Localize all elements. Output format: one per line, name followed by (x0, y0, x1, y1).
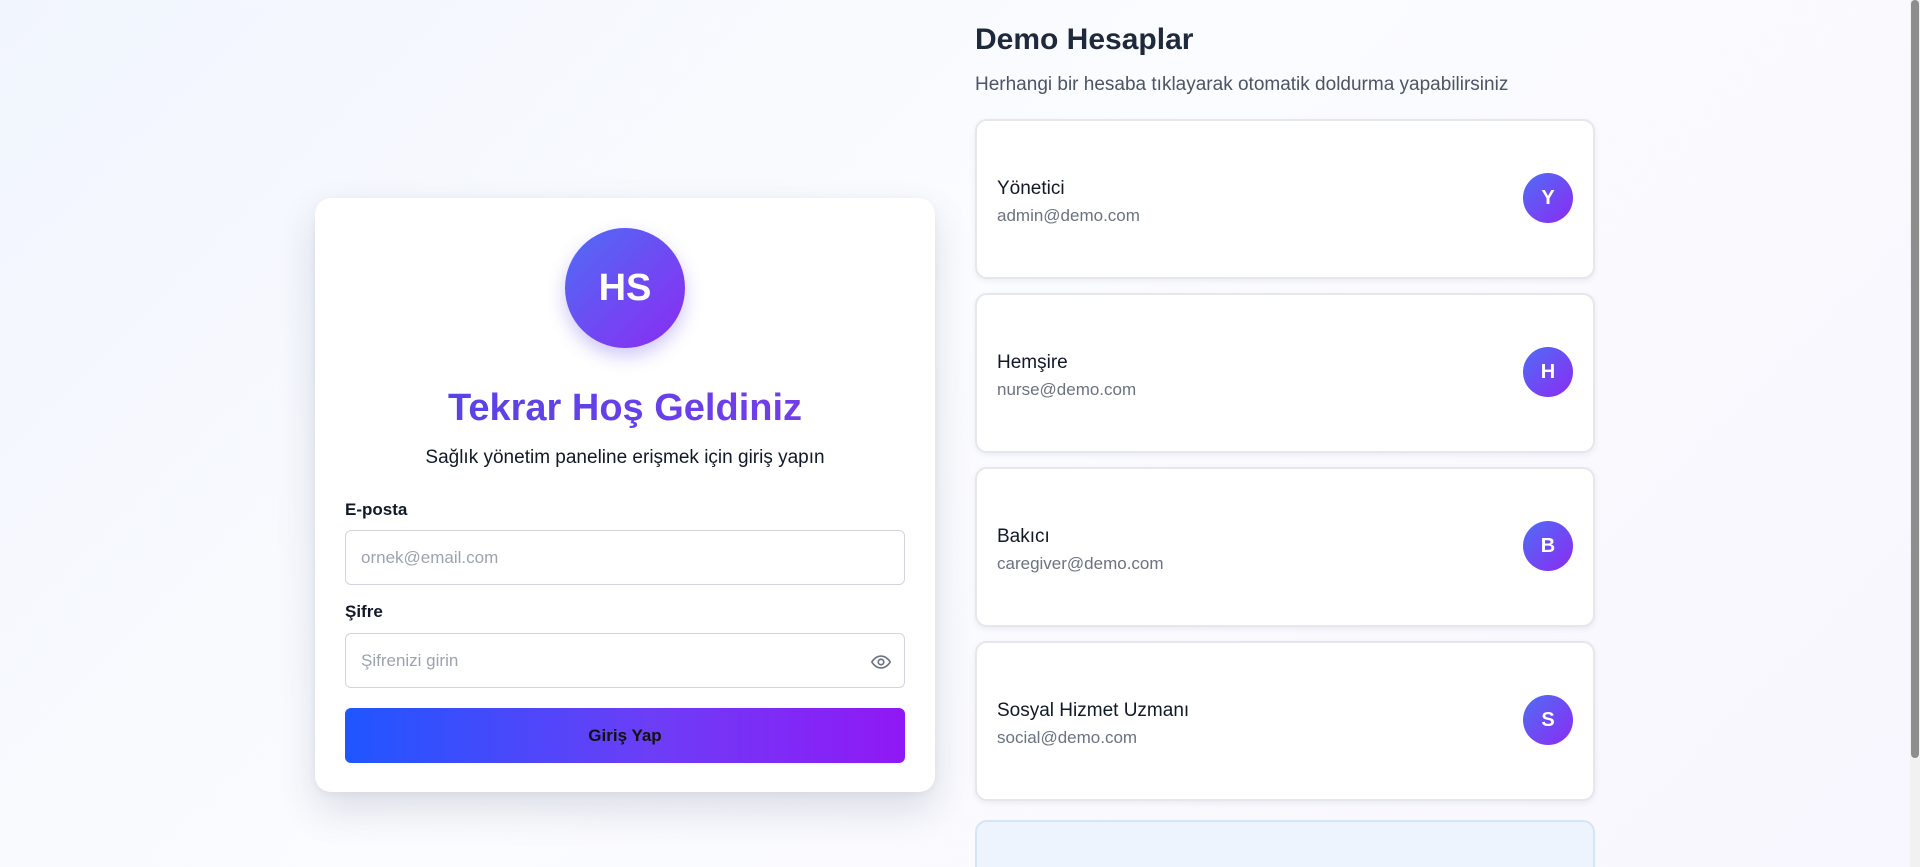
login-button[interactable]: Giriş Yap (345, 708, 905, 763)
app-logo: HS (565, 228, 685, 348)
account-avatar: B (1523, 521, 1573, 571)
account-name: Sosyal Hizmet Uzmanı (997, 700, 1190, 721)
email-input[interactable] (346, 531, 904, 584)
account-name: Bakıcı (997, 526, 1050, 547)
scrollbar-thumb[interactable] (1911, 0, 1919, 758)
password-label: Şifre (345, 602, 383, 621)
password-input[interactable] (346, 634, 904, 687)
account-email: caregiver@demo.com (997, 554, 1164, 573)
account-avatar: Y (1523, 173, 1573, 223)
email-label: E-posta (345, 500, 408, 519)
account-initial: B (1540, 534, 1556, 557)
account-email: nurse@demo.com (997, 380, 1137, 399)
account-avatar: S (1523, 695, 1573, 745)
account-name: Yönetici (997, 178, 1065, 199)
account-initial: H (1540, 360, 1556, 383)
password-field-box (345, 633, 905, 688)
account-initial: S (1541, 708, 1555, 731)
demo-account-card-nurse[interactable]: Hemşire nurse@demo.com H (975, 293, 1595, 453)
eye-icon[interactable] (870, 651, 892, 673)
account-avatar: H (1523, 347, 1573, 397)
email-field-box (345, 530, 905, 585)
demo-account-card-social[interactable]: Sosyal Hizmet Uzmanı social@demo.com S (975, 641, 1595, 801)
demo-accounts-title: Demo Hesaplar (975, 23, 1194, 56)
login-title: Tekrar Hoş Geldiniz (315, 386, 935, 430)
demo-account-card-caregiver[interactable]: Bakıcı caregiver@demo.com B (975, 467, 1595, 627)
demo-account-card-admin[interactable]: Yönetici admin@demo.com Y (975, 119, 1595, 279)
account-initial: Y (1541, 186, 1555, 209)
login-subtitle: Sağlık yönetim paneline erişmek için gir… (425, 447, 825, 468)
page-scrollbar[interactable] (1910, 0, 1920, 867)
account-email: admin@demo.com (997, 206, 1140, 225)
info-card (975, 820, 1595, 867)
logo-text: HS (598, 266, 652, 309)
login-card: HS Tekrar Hoş Geldiniz Sağlık yönetim pa… (315, 198, 935, 792)
account-name: Hemşire (997, 352, 1068, 373)
demo-accounts-subtitle: Herhangi bir hesaba tıklayarak otomatik … (975, 74, 1509, 95)
account-email: social@demo.com (997, 728, 1138, 747)
